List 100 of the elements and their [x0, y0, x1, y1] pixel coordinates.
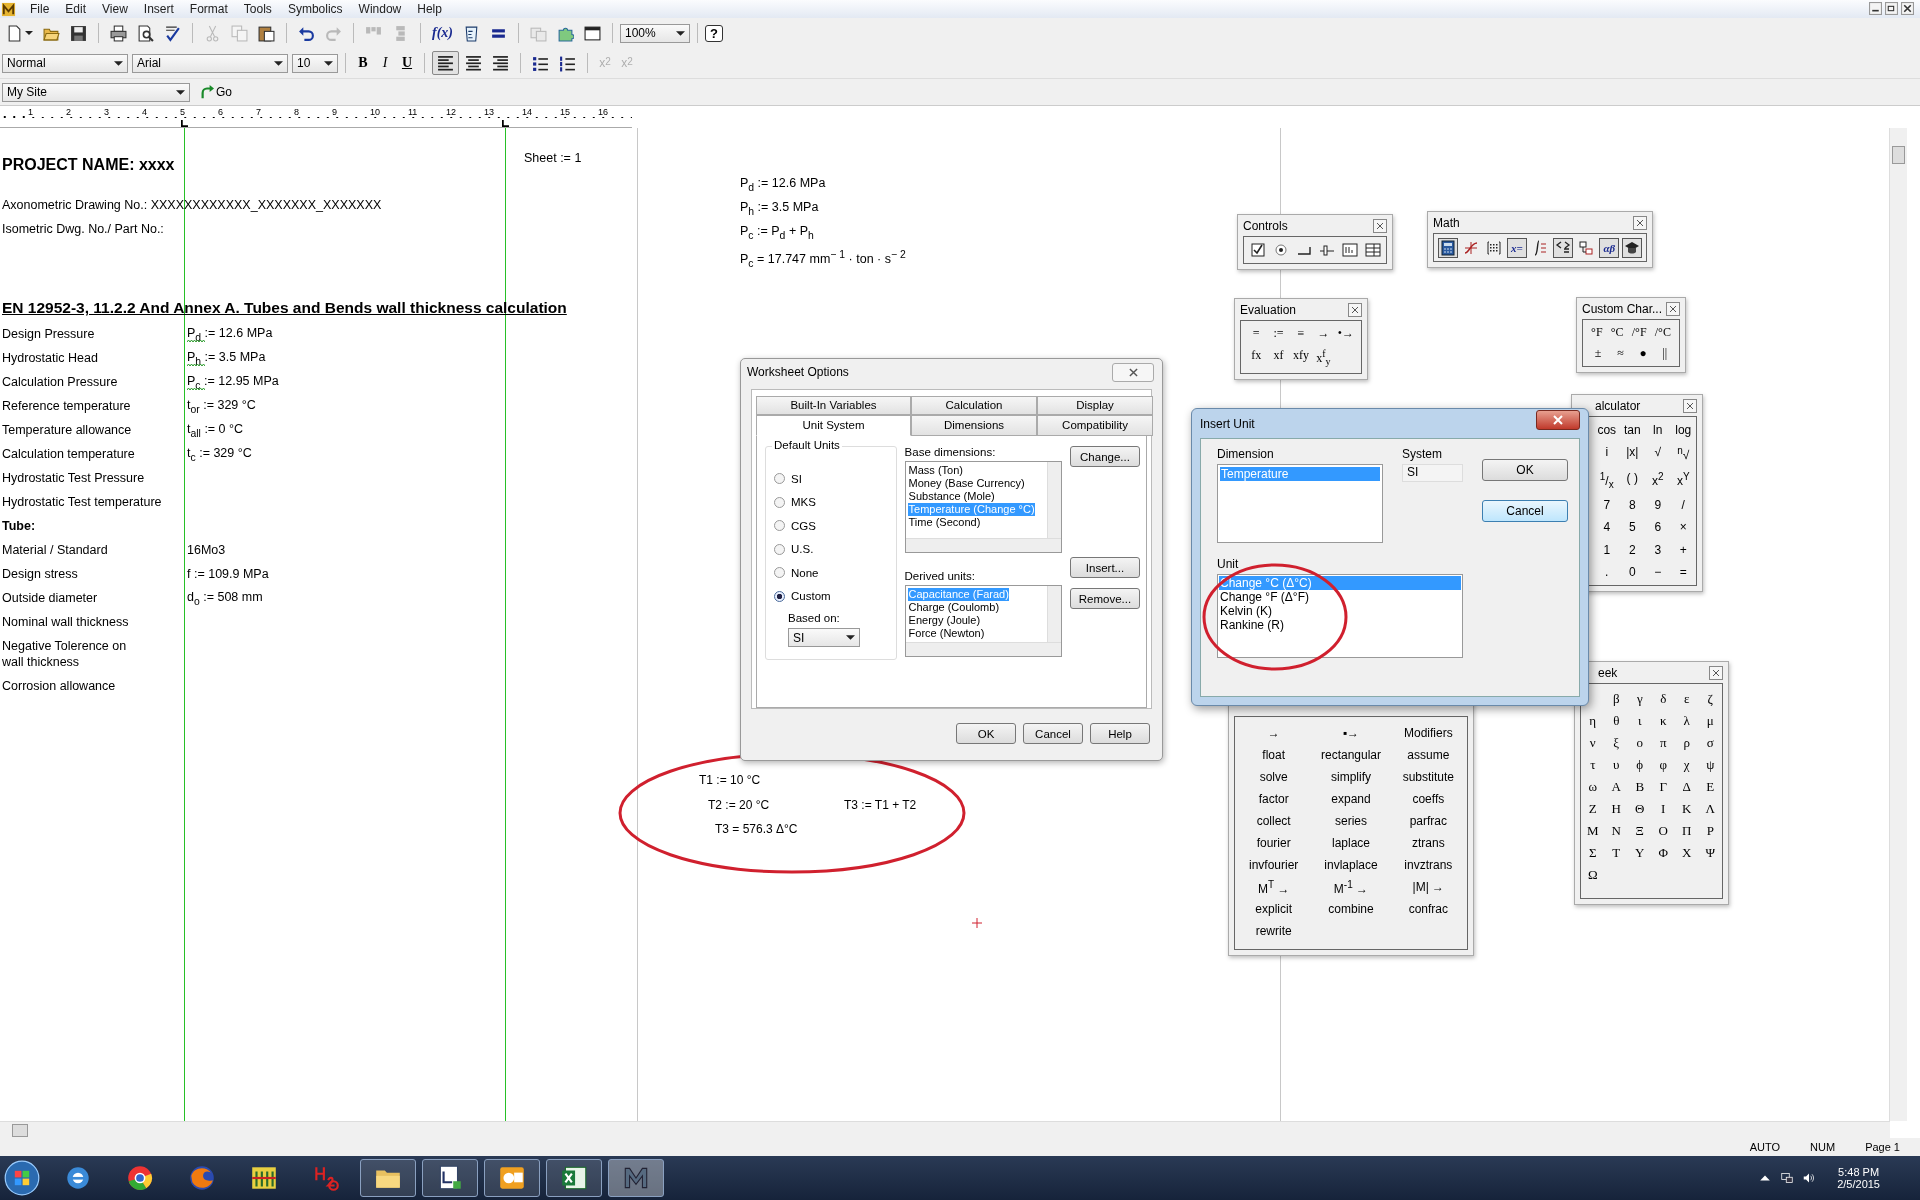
- taskbar-button[interactable]: [360, 1159, 416, 1197]
- calculator-key[interactable]: 8: [1628, 498, 1636, 513]
- greek-letter-key[interactable]: Φ: [1658, 845, 1668, 861]
- symbolic-keyword-key[interactable]: fourier: [1256, 836, 1291, 850]
- list-item[interactable]: Mass (Ton): [907, 464, 963, 477]
- greek-letter-key[interactable]: Σ: [1588, 845, 1597, 861]
- scrollbar[interactable]: [905, 538, 1061, 552]
- calculator-key[interactable]: 1: [1603, 542, 1611, 557]
- calculator-key[interactable]: /: [1681, 498, 1685, 513]
- tab[interactable]: Calculation: [911, 396, 1037, 415]
- greek-letter-key[interactable]: ο: [1636, 735, 1643, 751]
- calculator-key[interactable]: √: [1654, 445, 1662, 463]
- list-item[interactable]: Force (Newton): [907, 627, 985, 640]
- calculator-key[interactable]: 0: [1628, 564, 1636, 579]
- greek-letter-key[interactable]: Κ: [1682, 801, 1692, 817]
- palette-key[interactable]: ±: [1594, 346, 1602, 361]
- symbolic-keyword-key[interactable]: series: [1335, 814, 1367, 828]
- calculator-key[interactable]: i: [1605, 445, 1609, 463]
- radio-option[interactable]: None: [774, 561, 896, 585]
- textbox-icon[interactable]: [1341, 242, 1358, 258]
- scrollbar[interactable]: [1047, 462, 1061, 538]
- caret-icon[interactable]: [25, 29, 33, 37]
- greek-letter-key[interactable]: κ: [1659, 713, 1667, 729]
- network-icon[interactable]: [1781, 1172, 1794, 1184]
- tab[interactable]: Built-In Variables: [756, 396, 911, 415]
- restore-icon[interactable]: [1885, 2, 1898, 15]
- greek-letter-key[interactable]: η: [1589, 713, 1597, 729]
- calculator-key[interactable]: 3: [1654, 542, 1662, 557]
- close-icon[interactable]: [1666, 301, 1680, 316]
- radio-button[interactable]: [774, 473, 785, 485]
- menu-item[interactable]: Help: [409, 2, 450, 16]
- comparison-icon[interactable]: [1553, 237, 1574, 258]
- calculator-key[interactable]: 5: [1628, 520, 1636, 535]
- radio-icon[interactable]: [1272, 242, 1289, 258]
- palette-key[interactable]: °C: [1610, 325, 1624, 340]
- radio-option[interactable]: U.S.: [774, 537, 896, 561]
- tab[interactable]: Display: [1037, 396, 1153, 415]
- greek-letter-key[interactable]: ρ: [1683, 735, 1690, 751]
- palette-key[interactable]: =: [1252, 326, 1260, 342]
- greek-letter-key[interactable]: Ι: [1661, 801, 1666, 817]
- menu-item[interactable]: Symbolics: [279, 2, 351, 16]
- calculator-key[interactable]: $^{n}$√: [1677, 445, 1690, 463]
- menu-item[interactable]: Tools: [235, 2, 280, 16]
- menu-item[interactable]: Insert: [135, 2, 182, 16]
- menu-item[interactable]: Edit: [57, 2, 95, 16]
- checkbox-icon[interactable]: [1249, 242, 1266, 258]
- menu-item[interactable]: Format: [181, 2, 236, 16]
- greek-letter-key[interactable]: Ω: [1587, 867, 1598, 883]
- list-item[interactable]: Kelvin (K): [1219, 604, 1461, 618]
- symbolic-keyword-key[interactable]: collect: [1256, 814, 1291, 828]
- greek-letter-key[interactable]: Ρ: [1706, 823, 1714, 839]
- tab-stop-icon[interactable]: [181, 120, 188, 127]
- calculator-key[interactable]: +: [1679, 542, 1687, 557]
- close-icon[interactable]: [1683, 398, 1697, 413]
- radio-option[interactable]: MKS: [774, 490, 896, 514]
- based-on-dropdown[interactable]: SI: [788, 628, 860, 647]
- greek-letter-key[interactable]: Χ: [1682, 845, 1692, 861]
- graduation-cap-icon[interactable]: [1622, 237, 1643, 258]
- palette-key[interactable]: fx: [1251, 348, 1262, 368]
- clock-time[interactable]: 5:48 PM: [1838, 1166, 1880, 1178]
- greek-letter-key[interactable]: Υ: [1635, 845, 1645, 861]
- clock-date[interactable]: 2/5/2015: [1837, 1178, 1880, 1190]
- calculator-icon[interactable]: [1437, 237, 1458, 258]
- dialog-button[interactable]: Help: [1090, 723, 1150, 744]
- greek-letter-key[interactable]: Ε: [1706, 779, 1715, 795]
- listbox-icon[interactable]: [1364, 242, 1381, 258]
- align-left-icon[interactable]: [432, 51, 459, 75]
- greek-letter-key[interactable]: ε: [1684, 691, 1690, 707]
- palette-key[interactable]: ||: [1662, 346, 1668, 361]
- dialog-button[interactable]: Remove...: [1070, 588, 1140, 609]
- calculator-key[interactable]: 9: [1654, 498, 1662, 513]
- calculator-key[interactable]: tan: [1623, 423, 1641, 438]
- address-dropdown[interactable]: My Site: [2, 82, 190, 102]
- greek-letter-key[interactable]: ξ: [1613, 735, 1620, 751]
- zoom-dropdown[interactable]: 100%: [620, 23, 690, 43]
- greek-letter-key[interactable]: Ψ: [1705, 845, 1716, 861]
- greek-letter-key[interactable]: θ: [1613, 713, 1620, 729]
- minimize-icon[interactable]: [1869, 2, 1882, 15]
- greek-letter-key[interactable]: ω: [1588, 779, 1598, 795]
- dialog-button[interactable]: Change...: [1070, 446, 1140, 467]
- close-icon[interactable]: [1709, 665, 1723, 680]
- symbolic-keyword-key[interactable]: M$^{T}$ →: [1257, 878, 1290, 896]
- greek-letter-key[interactable]: ζ: [1707, 691, 1713, 707]
- calculator-key[interactable]: log: [1675, 423, 1692, 438]
- symbolic-keyword-key[interactable]: invlaplace: [1324, 858, 1378, 872]
- radio-button[interactable]: [774, 590, 785, 602]
- greek-letter-key[interactable]: Ν: [1611, 823, 1621, 839]
- close-button[interactable]: [1536, 409, 1580, 430]
- symbolic-keyword-key[interactable]: solve: [1259, 770, 1288, 784]
- greek-letter-key[interactable]: Ζ: [1588, 801, 1597, 817]
- slider-icon[interactable]: [1318, 242, 1335, 258]
- taskbar-button[interactable]: [546, 1159, 602, 1197]
- symbolic-keyword-key[interactable]: invfourier: [1249, 858, 1299, 872]
- greek-letter-key[interactable]: τ: [1590, 757, 1596, 773]
- list-item[interactable]: Rankine (R): [1219, 618, 1461, 632]
- taskbar-button[interactable]: [484, 1159, 540, 1197]
- symbolic-keyword-key[interactable]: rewrite: [1255, 924, 1292, 938]
- palette-key[interactable]: xf: [1273, 348, 1284, 368]
- symbolic-keyword-key[interactable]: ztrans: [1412, 836, 1445, 850]
- bold-button[interactable]: B: [353, 55, 373, 71]
